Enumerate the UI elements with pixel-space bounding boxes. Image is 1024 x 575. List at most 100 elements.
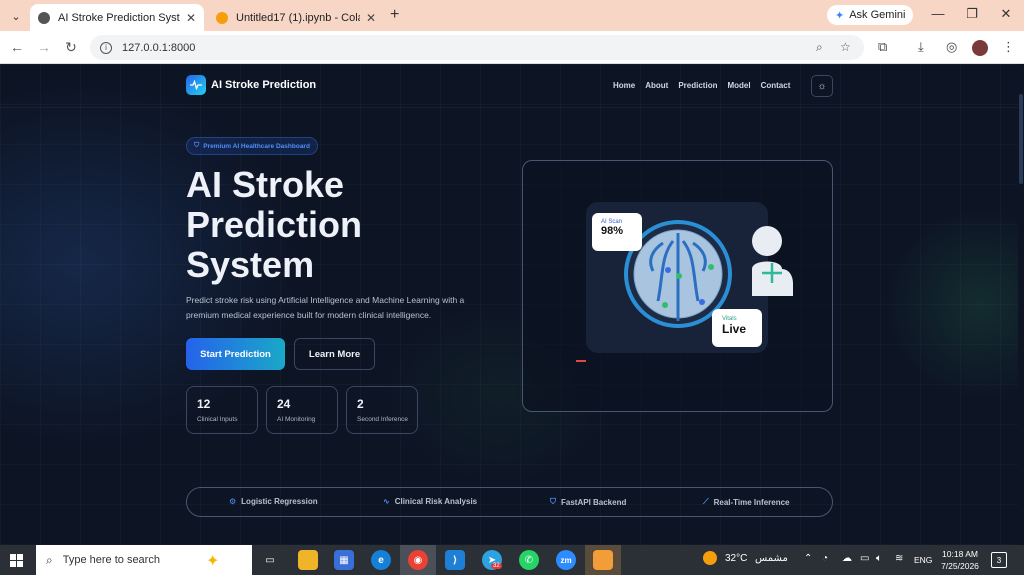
browser-tab-strip: ⌄ AI Stroke Prediction System ✕ Untitled… (0, 0, 1024, 31)
back-button[interactable]: ← (8, 39, 26, 55)
minimize-button[interactable]: — (928, 6, 948, 21)
hero-visual-card: AI Scan 98% Vitals Live (522, 160, 833, 412)
taskbar: ⌕ Type here to search ✦ ▭ ▦ e ◉ ⟩ ➤ 32 ✆… (0, 545, 1024, 575)
bookmark-star-icon[interactable]: ☆ (840, 40, 851, 54)
address-bar-row: ← → ↻ i 127.0.0.1:8000 ⌕ ☆ ⧉ ⤓ ◎ ⋮ (0, 31, 1024, 64)
hero-title-line: Prediction (186, 204, 363, 245)
more-menu-icon[interactable]: ⋮ (1002, 39, 1015, 55)
store-icon[interactable]: ▦ (334, 550, 354, 570)
clock-time: 10:18 AM (942, 549, 978, 559)
vitals-value: Live (722, 322, 747, 336)
folder-app-icon[interactable] (593, 550, 613, 570)
stat-label: Second Inference (357, 416, 408, 423)
hero-subtitle: Predict stroke risk using Artificial Int… (186, 295, 465, 320)
volume-icon[interactable]: 🔈︎ (876, 553, 882, 564)
tab-search-icon[interactable]: ⌄ (6, 6, 26, 26)
main-nav: Home About Prediction Model Contact (613, 81, 800, 90)
task-view-icon[interactable]: ▭ (260, 550, 280, 570)
url-field[interactable]: i 127.0.0.1:8000 ⌕ ☆ (90, 35, 864, 60)
weather-temp[interactable]: 32°C (725, 553, 747, 564)
url-text: 127.0.0.1:8000 (122, 41, 196, 54)
stat-label: AI Monitoring (277, 416, 316, 423)
cloud-icon[interactable]: ☁ (842, 553, 852, 564)
windows-start-icon[interactable] (10, 554, 23, 567)
battery-icon[interactable]: ▭ (860, 553, 869, 564)
chrome-icon[interactable]: ◉ (408, 550, 428, 570)
tab-title: Untitled17 (1).ipynb - Colab (236, 11, 360, 24)
badge-text: Premium AI Healthcare Dashboard (203, 142, 310, 150)
feature-item: ⛉ FastAPI Backend (550, 497, 626, 507)
taskbar-search-input[interactable]: ⌕ Type here to search ✦ (36, 545, 252, 575)
feature-label: Logistic Regression (241, 497, 318, 506)
start-prediction-button[interactable]: Start Prediction (186, 338, 285, 370)
restore-button[interactable]: ❐ (962, 6, 982, 22)
nav-home[interactable]: Home (613, 81, 635, 90)
web-page: AI Stroke Prediction Home About Predicti… (0, 64, 1024, 545)
pulse-icon (186, 75, 206, 95)
zoom-app-icon[interactable]: zm (556, 550, 576, 570)
scan-value: 98% (601, 225, 624, 237)
feature-label: Real-Time Inference (713, 497, 790, 507)
hero-title-line: System (186, 244, 315, 285)
tab-title: AI Stroke Prediction System (58, 11, 180, 24)
wifi-icon[interactable]: ≋ (895, 553, 903, 564)
whatsapp-icon[interactable]: ✆ (519, 550, 539, 570)
close-tab-icon[interactable]: ✕ (186, 11, 196, 25)
ask-gemini-label: Ask Gemini (849, 9, 906, 21)
nav-contact[interactable]: Contact (761, 81, 791, 90)
ask-gemini-button[interactable]: ✦ Ask Gemini (827, 5, 914, 25)
stat-label: Clinical Inputs (197, 416, 238, 423)
stat-card: 12 Clinical Inputs (186, 386, 258, 434)
tab-ai-stroke[interactable]: AI Stroke Prediction System ✕ (30, 4, 204, 31)
vscode-icon[interactable]: ⟩ (445, 550, 465, 570)
brain-scan-illustration (624, 220, 793, 328)
extensions-icon[interactable]: ⧉ (878, 39, 887, 55)
feature-label: Clinical Risk Analysis (394, 497, 478, 506)
notifications-icon[interactable]: 3 (991, 552, 1007, 568)
feature-item: ⟋ Real-Time Inference (703, 497, 790, 507)
scrollbar-track[interactable] (1018, 64, 1024, 545)
trend-chart-icon: ⟋ (703, 497, 709, 506)
close-tab-icon[interactable]: ✕ (366, 11, 376, 25)
hero-title: AI Stroke Prediction System (186, 165, 506, 285)
nav-prediction[interactable]: Prediction (678, 81, 717, 90)
gemini-icon: ✦ (835, 9, 845, 22)
edge-icon[interactable]: e (371, 550, 391, 570)
tray-chevron-icon[interactable]: ⌃ (804, 553, 812, 564)
weather-icon[interactable] (703, 551, 717, 568)
weather-text[interactable]: مشمس (755, 553, 788, 564)
feature-strip: ⚙ Logistic Regression ∿ Clinical Risk An… (186, 487, 833, 517)
stat-card: 24 AI Monitoring (266, 386, 338, 434)
close-window-button[interactable]: ✕ (996, 6, 1016, 22)
nav-model[interactable]: Model (727, 81, 750, 90)
clock-date: 7/25/2026 (941, 561, 979, 571)
site-info-icon[interactable]: i (100, 41, 112, 54)
language-indicator[interactable]: ENG (914, 555, 932, 565)
reload-button[interactable]: ↻ (62, 39, 80, 56)
performance-icon[interactable]: ◎ (946, 39, 957, 55)
shield-icon: ⛉ (194, 142, 200, 149)
pulse-icon: ∿ (383, 497, 390, 506)
tray-app-icon[interactable]: ◔ (822, 553, 828, 564)
site-header: AI Stroke Prediction Home About Predicti… (0, 64, 1018, 108)
profile-avatar[interactable] (972, 40, 988, 56)
search-icon: ⌕ (46, 552, 53, 567)
red-indicator (576, 360, 586, 362)
theme-toggle-button[interactable]: ☼ (811, 75, 833, 97)
forward-button[interactable]: → (35, 39, 53, 55)
tab-colab[interactable]: Untitled17 (1).ipynb - Colab ✕ (208, 4, 384, 31)
scrollbar-thumb[interactable] (1019, 94, 1023, 184)
stat-value: 2 (357, 397, 364, 411)
telegram-badge: 32 (491, 563, 502, 569)
ai-scan-card: AI Scan 98% (592, 213, 642, 251)
nav-about[interactable]: About (645, 81, 668, 90)
sparkle-icon: ✦ (206, 553, 220, 570)
chip-icon: ⚙ (229, 497, 237, 506)
brand[interactable]: AI Stroke Prediction (186, 75, 316, 95)
download-icon[interactable]: ⤓ (918, 39, 924, 55)
zoom-icon[interactable]: ⌕ (816, 40, 823, 55)
new-tab-button[interactable]: + (390, 6, 399, 24)
clock[interactable]: 10:18 AM 7/25/2026 (934, 548, 986, 572)
file-explorer-icon[interactable] (298, 550, 318, 570)
learn-more-button[interactable]: Learn More (294, 338, 375, 370)
